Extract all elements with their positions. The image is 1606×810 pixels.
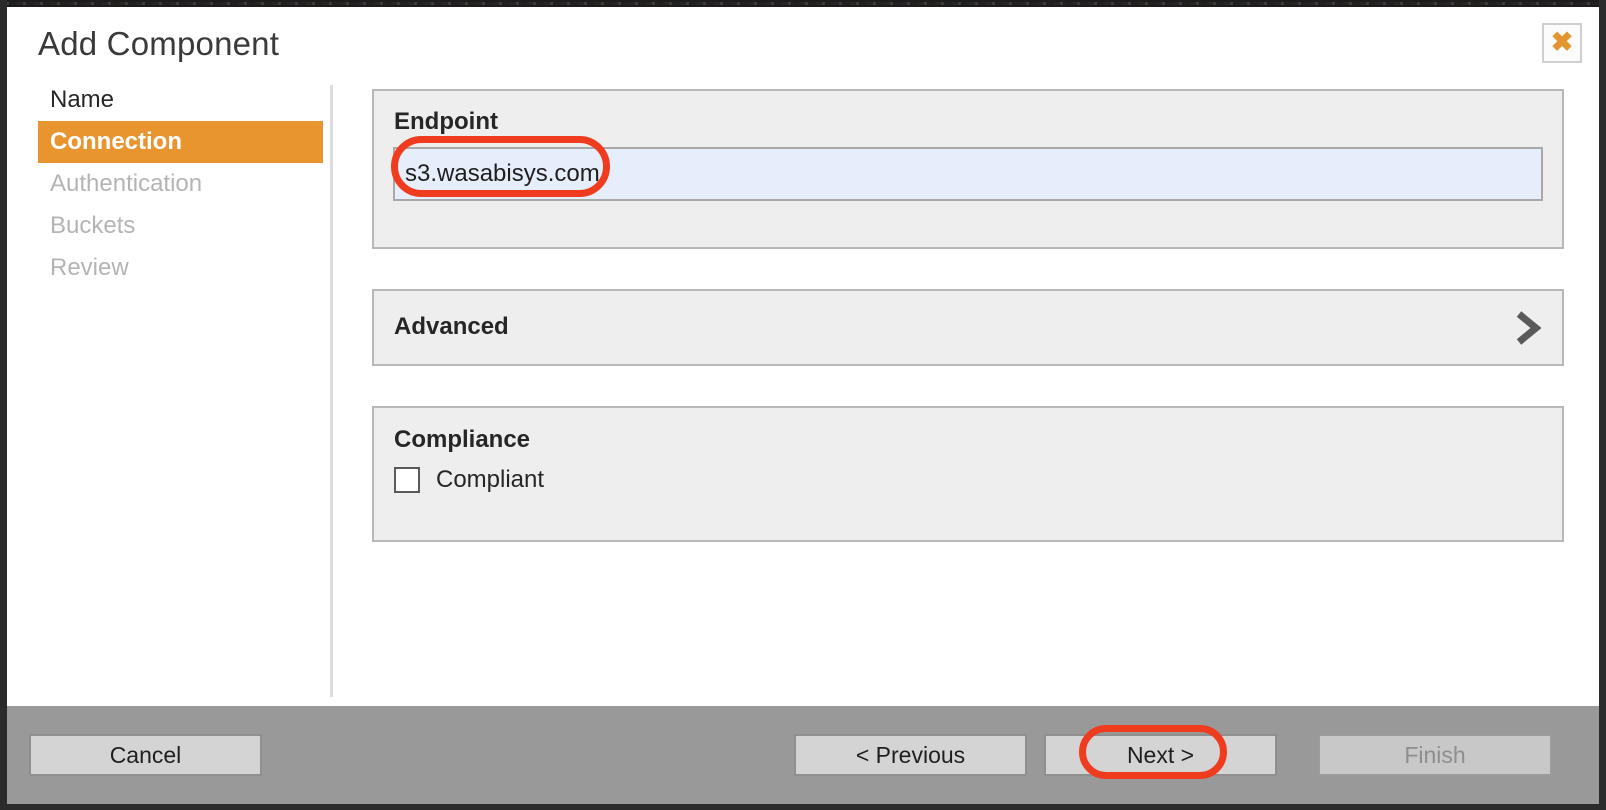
sidebar-item-buckets[interactable]: Buckets xyxy=(38,205,323,247)
sidebar-item-label: Buckets xyxy=(50,212,136,239)
capture-edge-left xyxy=(0,0,7,810)
sidebar-item-review[interactable]: Review xyxy=(38,247,323,289)
screenshot-root: Add Component ✖ Name Connection Authenti… xyxy=(0,0,1606,810)
next-button[interactable]: Next > xyxy=(1044,734,1277,776)
sidebar-item-connection[interactable]: Connection xyxy=(38,121,323,163)
cancel-button[interactable]: Cancel xyxy=(29,734,262,776)
dialog-footer: Cancel < Previous Next > Finish xyxy=(7,706,1599,804)
sidebar-item-authentication[interactable]: Authentication xyxy=(38,163,323,205)
finish-button: Finish xyxy=(1318,734,1552,776)
sidebar-item-label: Name xyxy=(50,86,115,113)
sidebar-item-label: Authentication xyxy=(50,170,203,197)
close-x-icon: ✖ xyxy=(1550,26,1574,57)
step-nav: Name Connection Authentication Buckets R… xyxy=(38,79,323,289)
compliance-heading: Compliance xyxy=(394,426,531,453)
compliant-checkbox[interactable] xyxy=(394,467,420,493)
previous-button[interactable]: < Previous xyxy=(794,734,1027,776)
sidebar-item-name[interactable]: Name xyxy=(38,79,323,121)
compliant-checkbox-row[interactable]: Compliant xyxy=(394,466,544,494)
advanced-heading: Advanced xyxy=(394,313,509,340)
endpoint-panel: Endpoint xyxy=(372,89,1564,249)
window-chrome-strip xyxy=(0,0,1606,7)
add-component-dialog: Add Component ✖ Name Connection Authenti… xyxy=(7,7,1599,804)
compliant-checkbox-label: Compliant xyxy=(436,466,545,493)
sidebar-item-label: Review xyxy=(50,254,129,281)
endpoint-input[interactable] xyxy=(393,147,1543,201)
capture-edge-bottom xyxy=(0,804,1606,810)
dialog-title: Add Component xyxy=(38,25,280,62)
nav-divider xyxy=(330,85,333,697)
chevron-right-icon[interactable] xyxy=(1512,310,1544,346)
capture-edge-right xyxy=(1599,0,1606,810)
advanced-section[interactable]: Advanced xyxy=(372,289,1564,366)
compliance-panel: Compliance Compliant xyxy=(372,406,1564,542)
endpoint-heading: Endpoint xyxy=(394,108,498,135)
close-button[interactable]: ✖ xyxy=(1542,23,1582,63)
sidebar-item-label: Connection xyxy=(50,128,182,155)
